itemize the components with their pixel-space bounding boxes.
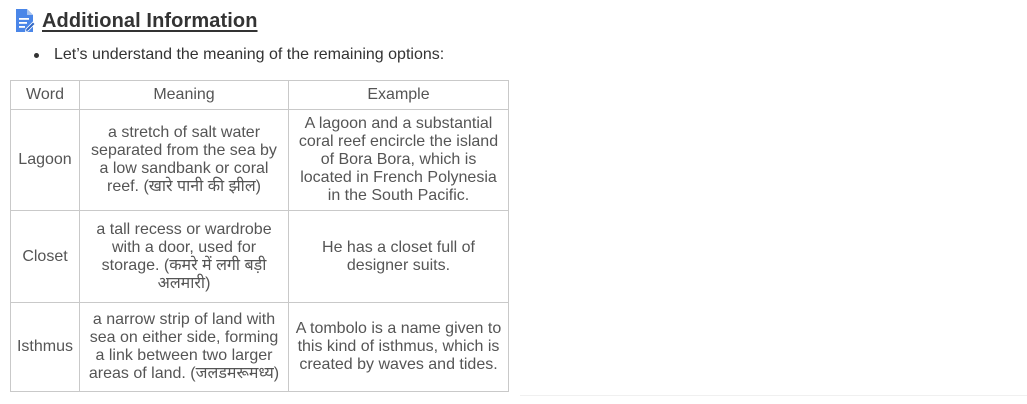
table-header-row: Word Meaning Example — [10, 80, 509, 110]
word-meaning-table: Word Meaning Example Lagoon a stretch of… — [10, 80, 509, 392]
example-cell: He has a closet full of designer suits. — [288, 210, 509, 303]
document-edit-icon — [16, 9, 36, 33]
word-cell: Lagoon — [10, 109, 80, 211]
table-row: Lagoon a stretch of salt water separated… — [10, 109, 509, 211]
table-row: Isthmus a narrow strip of land with sea … — [10, 302, 509, 392]
page: Additional Information Let’s understand … — [0, 0, 1027, 404]
meaning-cell: a stretch of salt water separated from t… — [79, 109, 289, 211]
meaning-cell: a narrow strip of land with sea on eithe… — [79, 302, 289, 392]
example-cell: A tombolo is a name given to this kind o… — [288, 302, 509, 392]
word-cell: Isthmus — [10, 302, 80, 392]
table-row: Closet a tall recess or wardrobe with a … — [10, 210, 509, 303]
section-heading: Additional Information — [14, 8, 258, 34]
header-word: Word — [10, 80, 80, 110]
word-cell: Closet — [10, 210, 80, 303]
divider — [520, 395, 1027, 396]
header-meaning: Meaning — [79, 80, 289, 110]
intro-bullet: Let’s understand the meaning of the rema… — [33, 44, 444, 66]
section-title: Additional Information — [42, 9, 258, 32]
meaning-cell: a tall recess or wardrobe with a door, u… — [79, 210, 289, 303]
example-cell: A lagoon and a substantial coral reef en… — [288, 109, 509, 211]
header-example: Example — [288, 80, 509, 110]
intro-list: Let’s understand the meaning of the rema… — [14, 44, 444, 66]
